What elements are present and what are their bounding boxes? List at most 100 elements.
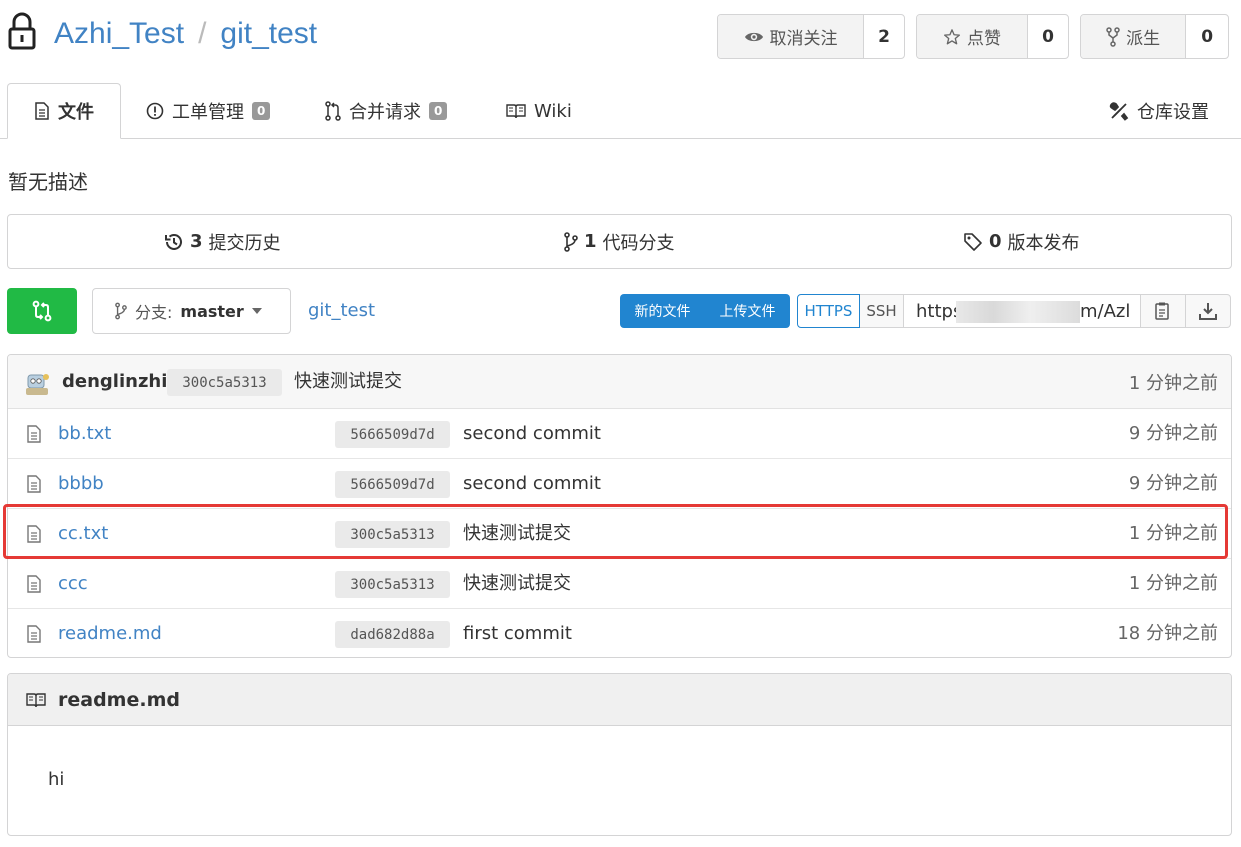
tab-files[interactable]: 文件 — [7, 83, 121, 139]
tab-pull-requests-label: 合并请求 — [349, 102, 421, 123]
branches-stat[interactable]: 1 代码分支 — [564, 215, 675, 268]
pulls-count-badge: 0 — [429, 102, 448, 120]
commit-author[interactable]: denglinzhi — [62, 370, 167, 394]
file-commit-message[interactable]: second commit — [463, 422, 601, 446]
star-icon — [943, 28, 961, 44]
star-button[interactable]: 点赞 — [917, 15, 1028, 58]
issues-count-badge: 0 — [252, 102, 271, 120]
branches-label: 代码分支 — [602, 232, 675, 254]
file-icon — [27, 625, 41, 643]
file-commit-time: 18 分钟之前 — [1117, 623, 1218, 644]
file-name-link[interactable]: bb.txt — [58, 422, 111, 446]
branch-dropdown[interactable]: 分支: master — [92, 288, 291, 334]
releases-count: 0 — [989, 231, 1002, 252]
tab-settings[interactable]: 仓库设置 — [1109, 83, 1209, 139]
compare-icon — [32, 300, 52, 322]
ssh-button[interactable]: SSH — [860, 294, 904, 328]
repo-owner-link[interactable]: Azhi_Test — [54, 17, 184, 50]
pull-request-icon — [325, 101, 341, 121]
file-text-icon — [35, 102, 49, 120]
commits-count: 3 — [190, 231, 203, 252]
clone-url-input[interactable]: https m/Azl — [904, 294, 1141, 328]
unwatch-button[interactable]: 取消关注 — [718, 15, 864, 58]
commits-label: 提交历史 — [208, 232, 281, 254]
file-commit-sha[interactable]: 5666509d7d — [335, 471, 450, 498]
branches-count: 1 — [584, 231, 597, 252]
fork-button-group: 派生 0 — [1080, 14, 1229, 59]
tools-icon — [1109, 102, 1129, 121]
fork-icon — [1106, 26, 1120, 47]
repo-header: Azhi_Test / git_test 取消关注 2 点赞 0 派生 0 — [0, 0, 1241, 84]
table-row: bb.txt 5666509d7d second commit 9 分钟之前 — [8, 409, 1231, 459]
file-actions: 新的文件 上传文件 — [620, 294, 790, 328]
file-commit-message[interactable]: second commit — [463, 472, 601, 496]
file-name-link[interactable]: ccc — [58, 572, 88, 596]
file-icon — [27, 475, 41, 493]
fork-count[interactable]: 0 — [1186, 15, 1228, 58]
issue-icon — [146, 102, 164, 120]
table-row: ccc 300c5a5313 快速测试提交 1 分钟之前 — [8, 559, 1231, 609]
file-name-link[interactable]: readme.md — [58, 622, 162, 646]
watch-count[interactable]: 2 — [864, 15, 904, 58]
history-icon — [165, 233, 182, 250]
copy-url-button[interactable] — [1141, 294, 1186, 328]
readme-header: readme.md — [8, 674, 1231, 726]
breadcrumb-root[interactable]: git_test — [308, 300, 375, 321]
tab-issues[interactable]: 工单管理 0 — [146, 83, 271, 139]
watch-button-group: 取消关注 2 — [717, 14, 905, 59]
file-name-link[interactable]: bbbb — [58, 472, 104, 496]
commit-sha[interactable]: 300c5a5313 — [167, 369, 282, 396]
https-button[interactable]: HTTPS — [797, 294, 860, 328]
readme-panel: readme.md hi — [7, 673, 1232, 836]
file-commit-time: 9 分钟之前 — [1128, 423, 1218, 444]
unwatch-label: 取消关注 — [769, 29, 838, 49]
commit-time: 1 分钟之前 — [1128, 373, 1218, 394]
caret-down-icon — [251, 308, 262, 314]
tab-issues-label: 工单管理 — [172, 102, 244, 123]
file-commit-sha[interactable]: 300c5a5313 — [335, 571, 450, 598]
tag-icon — [964, 232, 982, 251]
file-commit-message[interactable]: first commit — [463, 622, 572, 646]
file-commit-sha[interactable]: 5666509d7d — [335, 421, 450, 448]
clipboard-icon — [1155, 302, 1169, 320]
fork-label: 派生 — [1126, 29, 1161, 49]
repo-description: 暂无描述 — [8, 170, 88, 194]
download-button[interactable] — [1186, 294, 1231, 328]
fork-button[interactable]: 派生 — [1081, 15, 1187, 58]
file-icon — [27, 575, 41, 593]
tab-pull-requests[interactable]: 合并请求 0 — [325, 83, 448, 139]
commits-stat[interactable]: 3 提交历史 — [164, 215, 281, 268]
branch-prefix: 分支: — [135, 303, 173, 322]
book-icon — [26, 692, 46, 707]
commit-message[interactable]: 快速测试提交 — [294, 370, 402, 394]
compare-button[interactable] — [7, 288, 77, 334]
repo-name-link[interactable]: git_test — [220, 17, 317, 50]
branch-name: master — [180, 301, 244, 321]
file-commit-time: 9 分钟之前 — [1128, 473, 1218, 494]
upload-file-button[interactable]: 上传文件 — [705, 301, 790, 321]
readme-title: readme.md — [58, 688, 180, 711]
redacted-url-segment — [956, 301, 1080, 323]
tab-files-label: 文件 — [58, 102, 94, 123]
avatar[interactable] — [22, 367, 52, 397]
new-file-button[interactable]: 新的文件 — [620, 301, 705, 321]
branch-icon — [564, 231, 578, 252]
lock-icon — [8, 12, 36, 50]
star-count[interactable]: 0 — [1028, 15, 1068, 58]
star-button-group: 点赞 0 — [916, 14, 1069, 59]
repo-title: Azhi_Test / git_test — [54, 14, 317, 54]
eye-icon — [744, 32, 763, 41]
file-commit-sha[interactable]: dad682d88a — [335, 621, 450, 648]
clone-panel: HTTPS SSH https m/Azl — [797, 294, 1231, 328]
table-row: bbbb 5666509d7d second commit 9 分钟之前 — [8, 459, 1231, 509]
book-icon — [506, 104, 526, 119]
latest-commit-bar: denglinzhi 300c5a5313 快速测试提交 1 分钟之前 — [8, 355, 1231, 409]
repo-tabs: 文件 工单管理 0 合并请求 0 Wiki 仓库设置 — [0, 83, 1241, 139]
releases-stat[interactable]: 0 版本发布 — [963, 215, 1080, 268]
file-commit-message[interactable]: 快速测试提交 — [463, 572, 571, 596]
tab-wiki-label: Wiki — [534, 100, 572, 122]
clone-url-end: m/Azl — [1080, 300, 1131, 322]
tab-wiki[interactable]: Wiki — [506, 83, 572, 139]
readme-content: hi — [48, 769, 65, 790]
branch-icon — [115, 302, 127, 320]
